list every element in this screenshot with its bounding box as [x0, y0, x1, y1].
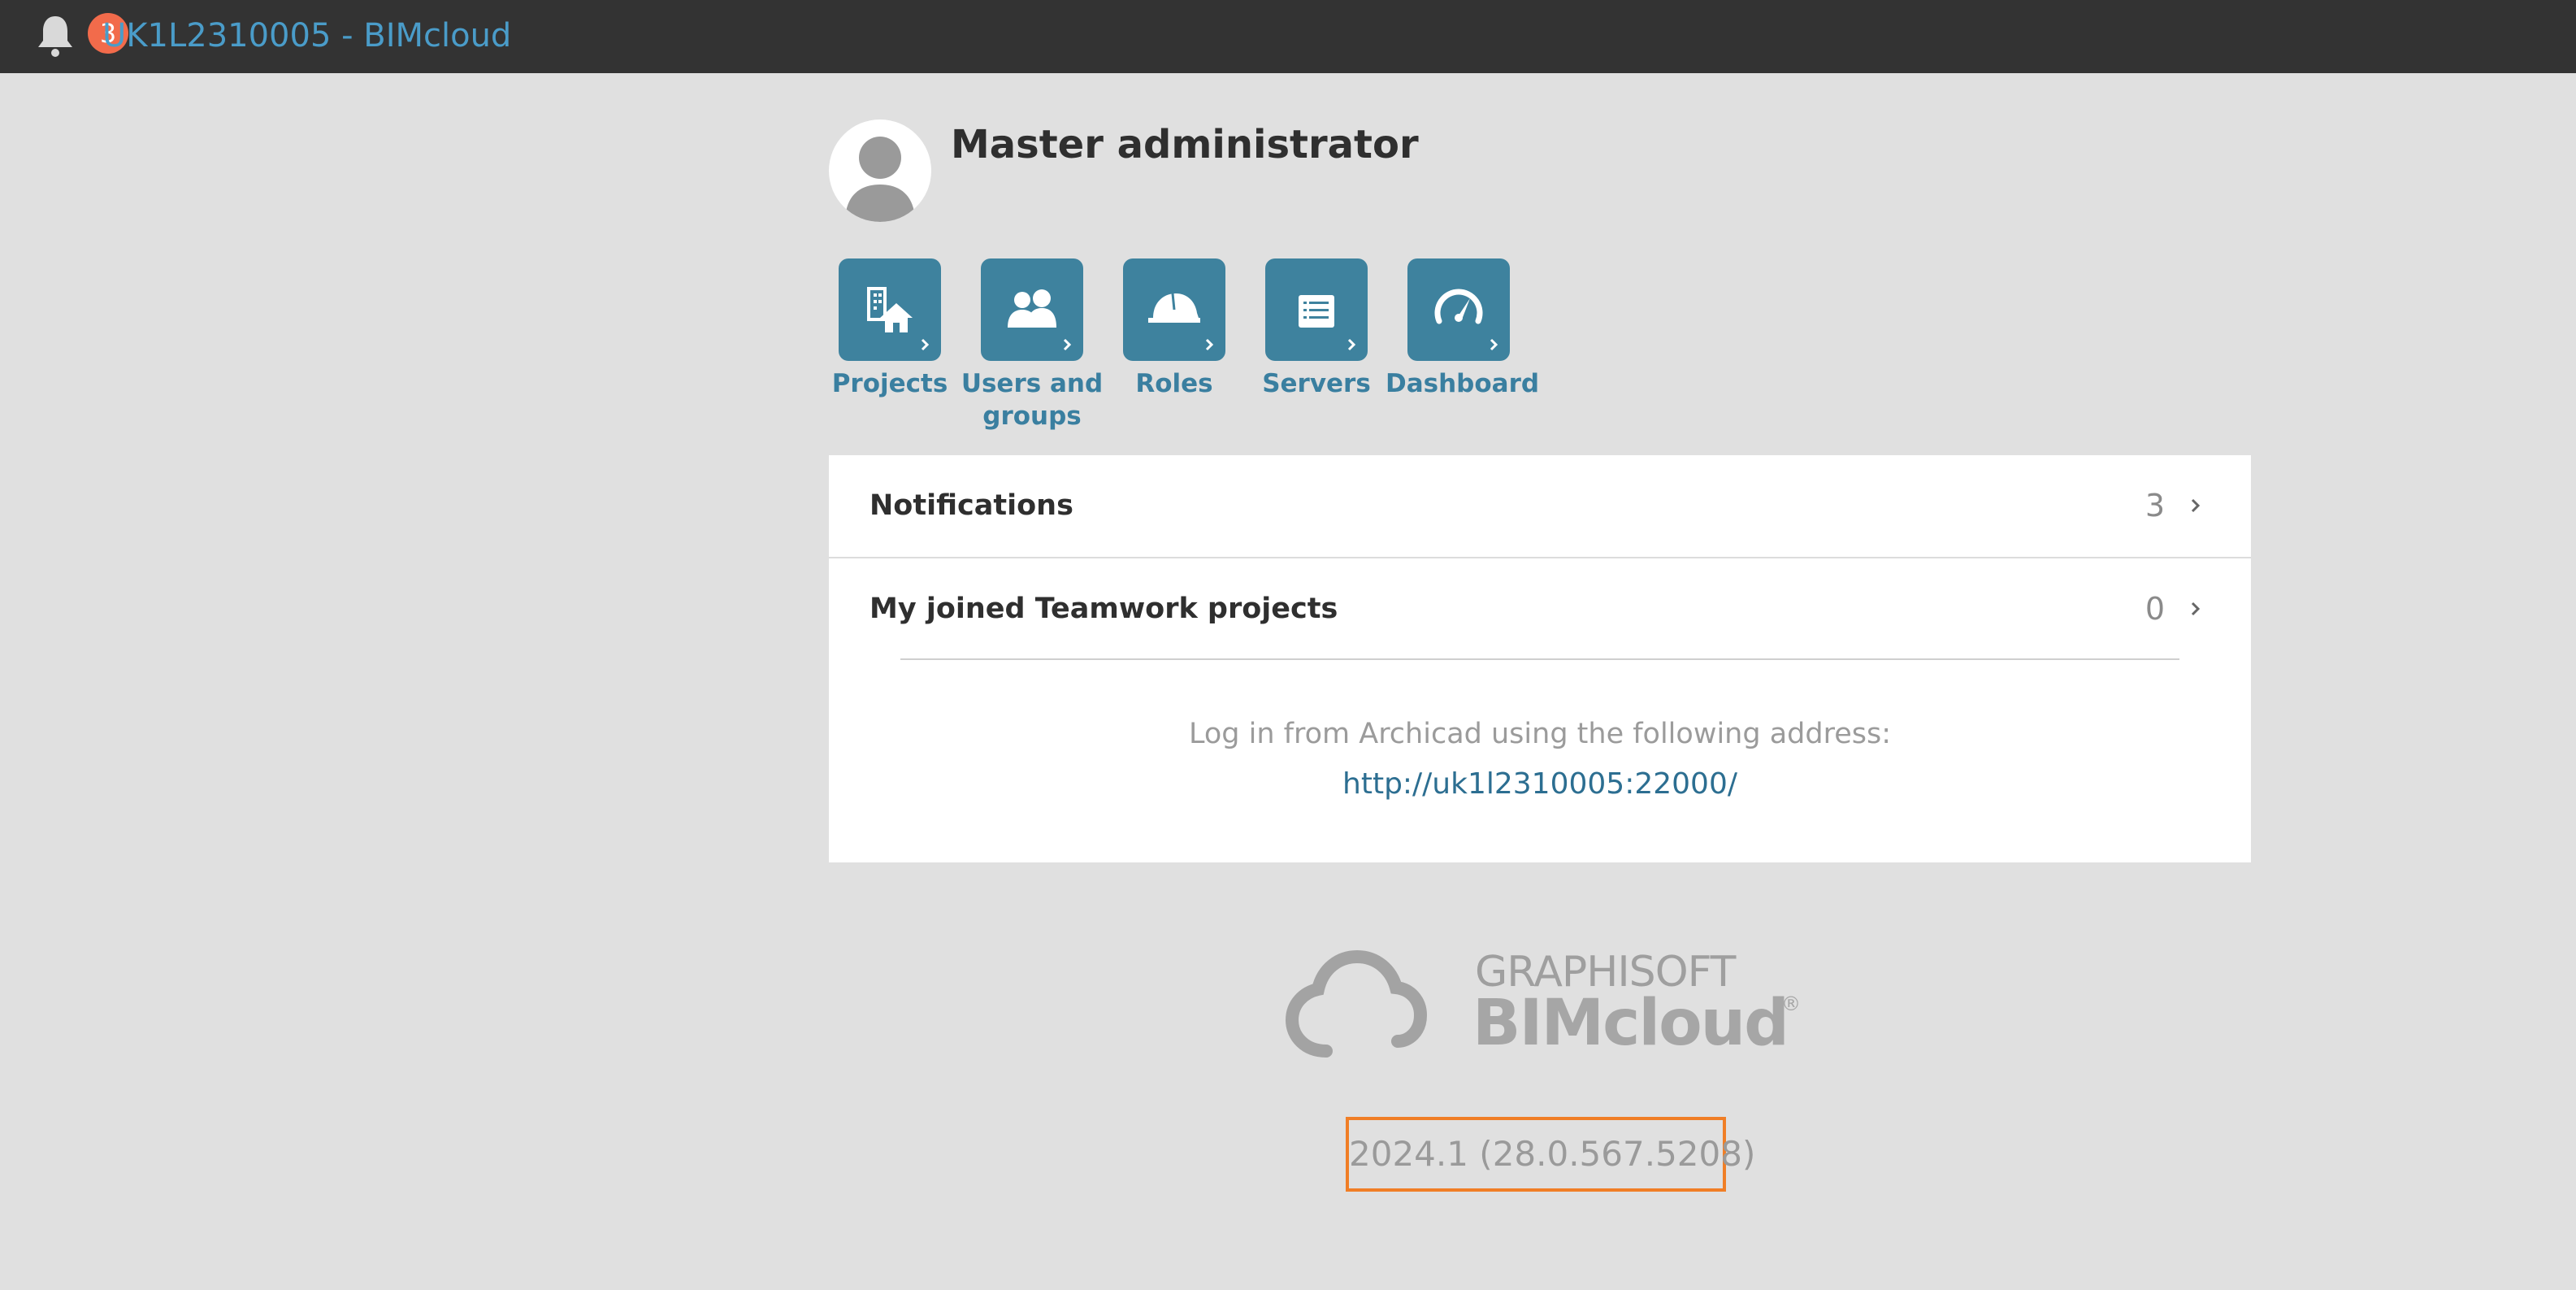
projects-tile[interactable] — [839, 258, 941, 361]
chevron-right-icon — [1205, 338, 1214, 351]
dashboard-label[interactable]: Dashboard — [1386, 367, 1539, 400]
chevron-right-icon — [2191, 498, 2201, 513]
user-avatar-icon — [845, 137, 915, 222]
chevron-right-icon — [1490, 338, 1498, 351]
chevron-right-icon — [2191, 602, 2201, 616]
bell-icon — [38, 16, 72, 57]
divider — [900, 658, 2179, 660]
servers-label[interactable]: Servers — [1243, 367, 1390, 400]
home-panel: Notifications 3 My joined Teamwork proje… — [829, 455, 2251, 862]
user-name: Master administrator — [951, 122, 1419, 167]
notifications-label: Notifications — [870, 489, 1073, 522]
joined-projects-row[interactable]: My joined Teamwork projects 0 — [829, 558, 2251, 660]
chevron-right-icon — [921, 338, 930, 351]
logo-product: BIMcloud — [1472, 987, 1789, 1060]
projects-icon — [867, 287, 913, 332]
users-groups-tile[interactable] — [981, 258, 1083, 361]
notifications-row[interactable]: Notifications 3 — [829, 455, 2251, 557]
projects-label[interactable]: Projects — [817, 367, 963, 400]
notifications-count: 3 — [2144, 488, 2165, 523]
bimcloud-logo: GRAPHISOFT BIMcloud ® — [1276, 939, 1804, 1061]
registered-mark: ® — [1781, 992, 1801, 1015]
cloud-icon — [1285, 949, 1428, 1058]
roles-label[interactable]: Roles — [1101, 367, 1247, 400]
joined-projects-count: 0 — [2144, 591, 2165, 627]
servers-tile[interactable] — [1265, 258, 1368, 361]
login-address-link[interactable]: http://uk1l2310005:22000/ — [829, 764, 2251, 805]
gauge-icon — [1434, 289, 1483, 324]
hard-hat-icon — [1148, 293, 1200, 323]
app-title[interactable]: UK1L2310005 - BIMcloud — [102, 13, 511, 59]
dashboard-tile[interactable] — [1407, 258, 1510, 361]
version-label: 2024.1 (28.0.567.5208) — [1346, 1117, 1755, 1192]
chevron-right-icon — [1347, 338, 1356, 351]
users-groups-icon — [1008, 289, 1056, 328]
login-instructions: Log in from Archicad using the following… — [1189, 718, 1891, 750]
joined-projects-label: My joined Teamwork projects — [870, 593, 1338, 625]
roles-tile[interactable] — [1123, 258, 1225, 361]
chevron-right-icon — [1063, 338, 1072, 351]
users-groups-label[interactable]: Users and groups — [959, 367, 1105, 432]
notification-bell[interactable]: 3 — [31, 11, 128, 60]
avatar — [829, 119, 931, 222]
top-bar: 3 UK1L2310005 - BIMcloud — [0, 0, 2576, 73]
server-icon — [1299, 295, 1334, 328]
